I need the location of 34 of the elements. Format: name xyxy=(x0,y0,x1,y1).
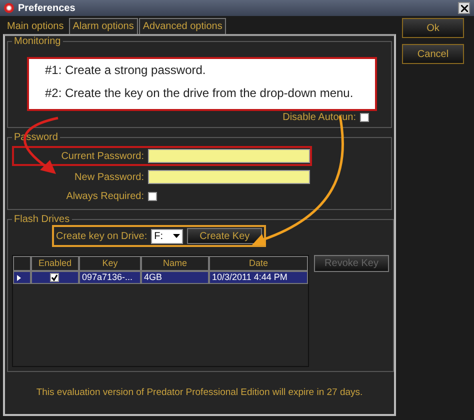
group-title: Flash Drives xyxy=(13,214,71,225)
app-icon xyxy=(4,3,14,13)
checkbox[interactable] xyxy=(360,113,369,122)
tab[interactable]: Advanced options xyxy=(138,18,226,34)
field-label: Current Password: xyxy=(60,150,144,162)
callout-text: #1: Create a strong password. xyxy=(45,63,207,77)
field-label: New Password: xyxy=(74,172,144,182)
column-header[interactable]: Enabled xyxy=(31,256,79,271)
column-header[interactable]: Key xyxy=(79,256,141,271)
caret-icon xyxy=(173,234,180,238)
expiry-notice: This evaluation version of Predator Professional Edition will expire in 27 days. xyxy=(35,386,364,400)
drive-dropdown[interactable]: F: xyxy=(151,228,184,244)
checkbox[interactable] xyxy=(50,273,59,282)
drive-label: Create key on Drive: xyxy=(56,230,148,242)
callout-text: #2: Create the key on the drive from the drop-down menu. xyxy=(45,86,354,100)
create-key-button[interactable]: Create Key xyxy=(187,228,262,244)
close-button[interactable] xyxy=(458,2,470,14)
column-header[interactable]: Name xyxy=(141,256,209,271)
checkbox[interactable] xyxy=(148,192,157,201)
dialog-button[interactable]: Ok xyxy=(402,18,464,38)
table-cell: 097a7136-... xyxy=(79,271,141,284)
checkbox-label: Always Required: xyxy=(65,191,144,202)
table-cell: 4GB xyxy=(141,271,209,284)
window-title: Preferences xyxy=(18,2,76,14)
close-icon xyxy=(460,4,468,12)
dialog-button[interactable]: Cancel xyxy=(402,44,464,64)
password-field[interactable] xyxy=(148,149,310,163)
tab[interactable]: Alarm options xyxy=(68,18,138,34)
password-field[interactable] xyxy=(148,170,310,184)
table-cell: 10/3/2011 4:44 PM xyxy=(209,271,308,284)
group-title: Monitoring xyxy=(13,36,62,47)
column-header[interactable]: Date xyxy=(209,256,308,271)
table-row[interactable]: 097a7136-... 4GB 10/3/2011 4:44 PM xyxy=(13,271,308,284)
row-pointer-icon xyxy=(17,274,21,280)
